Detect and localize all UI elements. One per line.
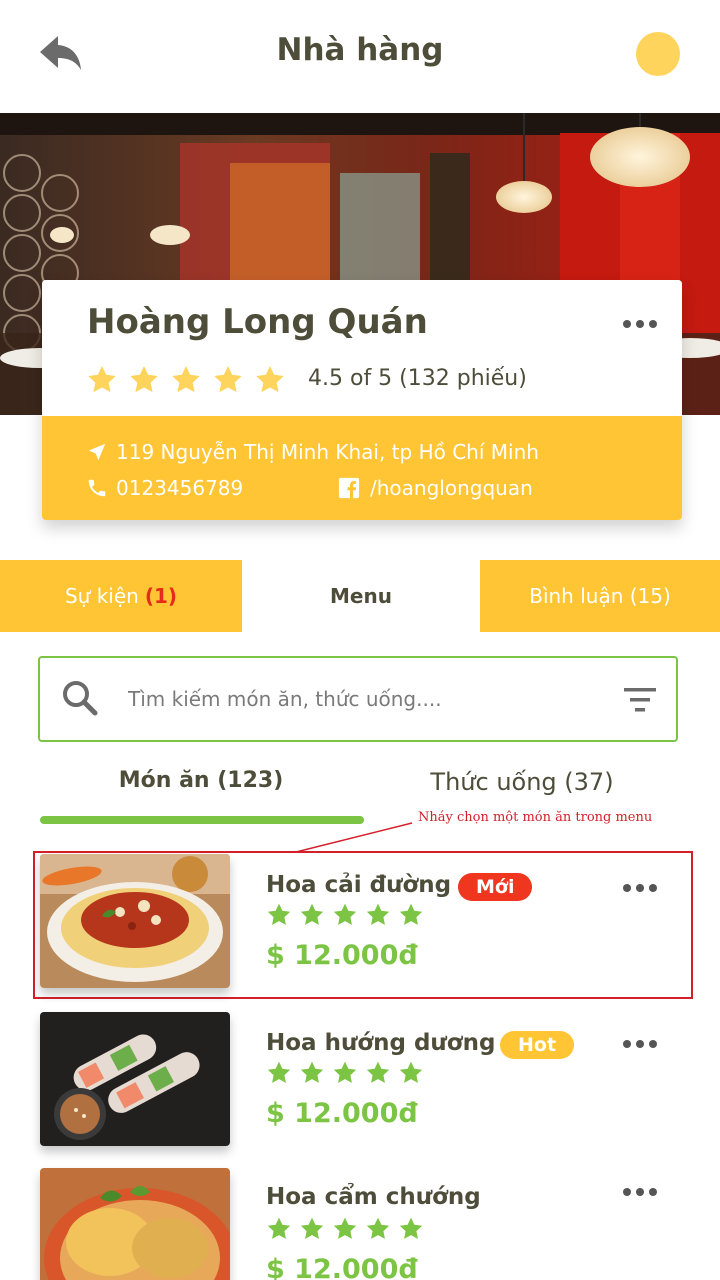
star-icon — [399, 903, 423, 925]
star-icon — [333, 1217, 357, 1239]
more-dot — [649, 1040, 657, 1048]
facebook-row[interactable]: /hoanglongquan — [338, 476, 533, 500]
tab-events-label: Sự kiện — [64, 584, 139, 608]
more-dot — [649, 1188, 657, 1196]
tab-reviews[interactable]: Bình luận (15) — [480, 560, 720, 632]
star-icon — [300, 1217, 324, 1239]
restaurant-tabs: Sự kiện (1) Menu Bình luận (15) — [0, 560, 720, 632]
more-dot — [649, 884, 657, 892]
tab-events[interactable]: Sự kiện (1) — [0, 560, 242, 632]
more-dot — [636, 884, 644, 892]
star-icon — [267, 1061, 291, 1083]
search-input[interactable] — [128, 680, 598, 718]
star-icon — [366, 1061, 390, 1083]
more-dot — [623, 320, 631, 328]
tab-menu-label: Menu — [330, 584, 392, 608]
more-dot — [623, 1188, 631, 1196]
search-box — [38, 656, 678, 742]
tab-menu[interactable]: Menu — [242, 560, 480, 632]
hot-badge: Hot — [500, 1031, 575, 1059]
facebook-text: /hoanglongquan — [370, 476, 533, 500]
category-tab-food[interactable]: Món ăn (123) — [40, 768, 362, 793]
star-icon — [130, 366, 158, 393]
page-title: Nhà hàng — [276, 32, 444, 68]
phone-icon — [88, 479, 106, 497]
star-icon — [300, 1061, 324, 1083]
star-icon — [399, 1217, 423, 1239]
star-icon — [214, 366, 242, 393]
new-badge: Mới — [458, 873, 533, 901]
more-dot — [636, 1040, 644, 1048]
dish-price: $ 12.000đ — [266, 940, 418, 971]
rating-summary: 4.5 of 5 (132 phiếu) — [308, 366, 527, 391]
more-dot — [636, 1188, 644, 1196]
dish-price: $ 12.000đ — [266, 1254, 418, 1280]
dish-name: Hoa cẩm chướng — [266, 1184, 481, 1210]
menu-item[interactable]: Hoa hướng dương Hot $ 12.000đ — [0, 1010, 720, 1160]
restaurant-info-card: Hoàng Long Quán 4.5 of 5 (132 phiếu) 119… — [42, 280, 682, 520]
dish-rating-stars — [266, 1060, 424, 1086]
dish-image — [40, 1168, 230, 1280]
more-dot — [649, 320, 657, 328]
category-tab-drinks[interactable]: Thức uống (37) — [362, 768, 682, 796]
dish-name: Hoa cải đường — [266, 872, 452, 898]
star-icon — [333, 903, 357, 925]
phone-text: 0123456789 — [116, 476, 244, 500]
active-category-indicator — [40, 816, 364, 824]
dish-rating-stars — [266, 902, 424, 928]
restaurant-info-header: Hoàng Long Quán 4.5 of 5 (132 phiếu) — [42, 280, 682, 416]
star-icon — [333, 1061, 357, 1083]
restaurant-rating-stars — [86, 364, 286, 396]
item-more-button[interactable] — [620, 878, 660, 898]
more-dot — [623, 1040, 631, 1048]
tab-reviews-label: Bình luận (15) — [529, 584, 671, 608]
address-text: 119 Nguyễn Thị Minh Khai, tp Hồ Chí Minh — [116, 440, 539, 464]
address-row[interactable]: 119 Nguyễn Thị Minh Khai, tp Hồ Chí Minh — [86, 440, 539, 464]
restaurant-name: Hoàng Long Quán — [87, 302, 428, 342]
facebook-icon — [338, 477, 360, 499]
location-arrow-icon — [88, 443, 106, 461]
star-icon — [366, 903, 390, 925]
annotation-text: Nháy chọn một món ăn trong menu — [418, 810, 653, 825]
restaurant-more-button[interactable] — [620, 314, 660, 334]
item-more-button[interactable] — [620, 1034, 660, 1054]
avatar[interactable] — [636, 32, 680, 76]
dish-image — [40, 854, 230, 988]
filter-icon[interactable] — [622, 684, 658, 716]
star-icon — [267, 903, 291, 925]
dish-price: $ 12.000đ — [266, 1098, 418, 1129]
menu-item[interactable]: Hoa cẩm chướng $ 12.000đ — [0, 1166, 720, 1280]
restaurant-contact-panel: 119 Nguyễn Thị Minh Khai, tp Hồ Chí Minh… — [42, 416, 682, 520]
star-icon — [366, 1217, 390, 1239]
star-icon — [267, 1217, 291, 1239]
more-dot — [636, 320, 644, 328]
star-icon — [256, 366, 284, 393]
star-icon — [88, 366, 116, 393]
item-more-button[interactable] — [620, 1182, 660, 1202]
more-dot — [623, 884, 631, 892]
star-icon — [172, 366, 200, 393]
menu-item[interactable]: Hoa cải đường Mới $ 12.000đ — [0, 852, 720, 1002]
search-icon[interactable] — [60, 678, 100, 718]
star-icon — [300, 903, 324, 925]
star-icon — [399, 1061, 423, 1083]
dish-name: Hoa hướng dương — [266, 1030, 496, 1056]
app-header: Nhà hàng — [0, 0, 720, 112]
dish-image — [40, 1012, 230, 1146]
phone-row[interactable]: 0123456789 — [86, 476, 243, 500]
tab-events-count: (1) — [144, 584, 178, 608]
dish-rating-stars — [266, 1216, 424, 1242]
